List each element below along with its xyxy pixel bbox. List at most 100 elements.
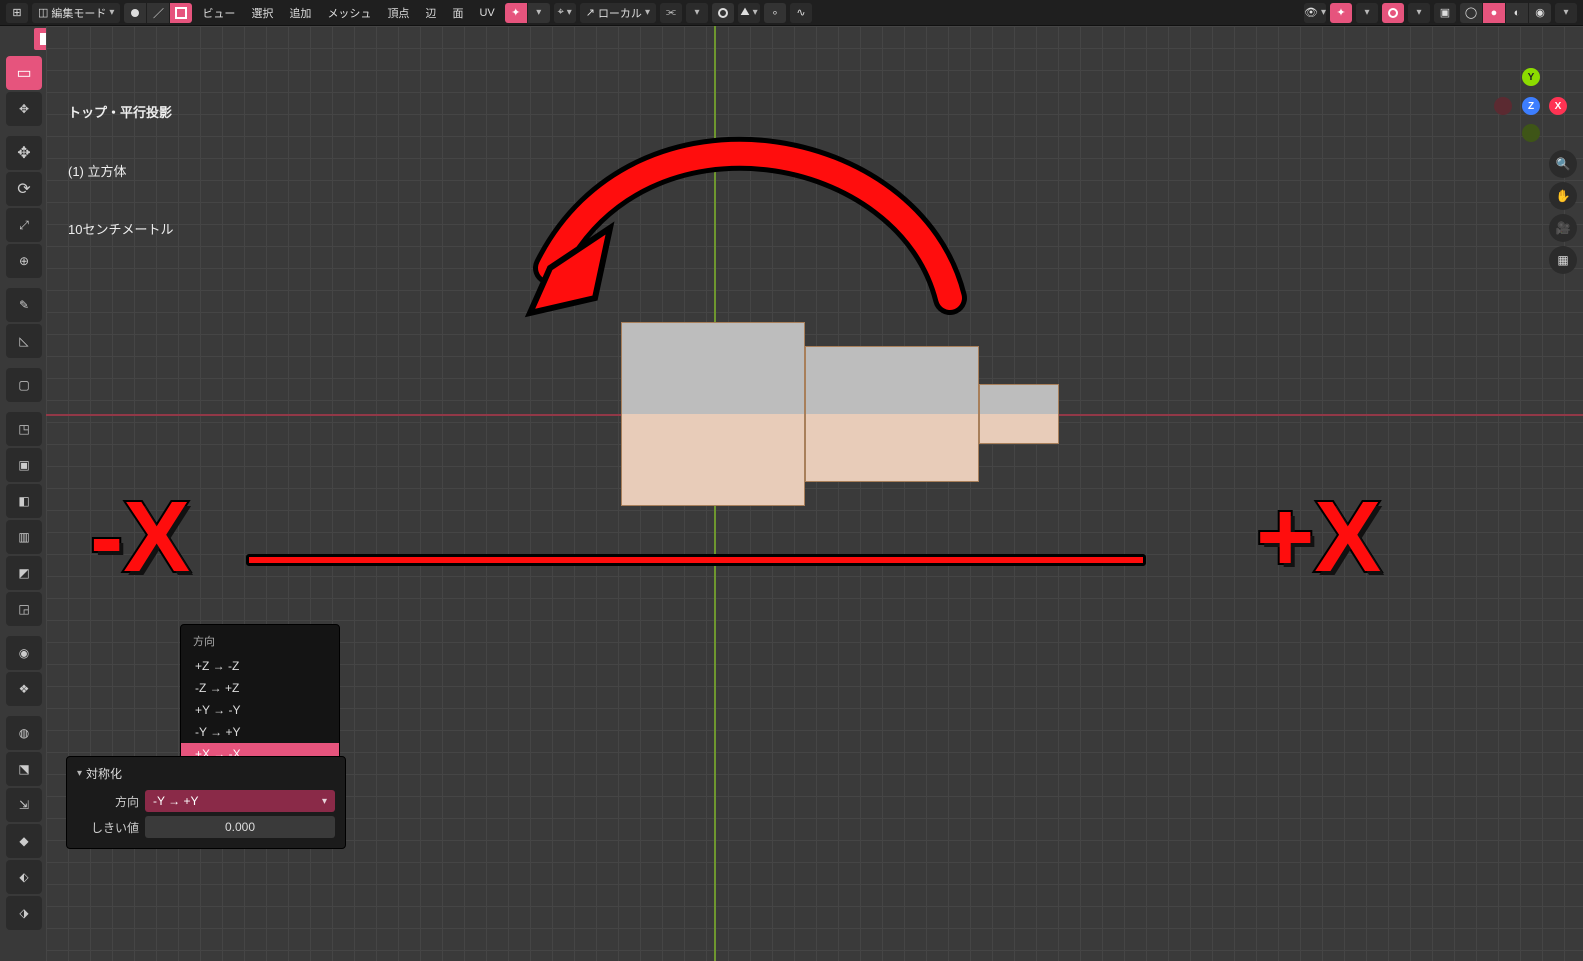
zoom-button[interactable]: 🔍 xyxy=(1549,150,1577,178)
op-direction-label: 方向 xyxy=(77,793,139,810)
select-icon: ▭ xyxy=(16,63,31,83)
pan-button[interactable]: ✋ xyxy=(1549,182,1577,210)
direction-option-1[interactable]: -Z → +Z xyxy=(181,677,339,699)
visibility-dropdown[interactable]: 👁▾ xyxy=(1304,3,1326,23)
gizmo-neg-y[interactable] xyxy=(1522,124,1540,142)
tool-add-cube[interactable]: ▢ xyxy=(6,368,42,402)
tool-extra[interactable]: ⬗ xyxy=(6,896,42,930)
camera-icon: 🎥 xyxy=(1556,221,1571,235)
direction-option-3[interactable]: -Y → +Y xyxy=(181,721,339,743)
chevron-down-icon: ▾ xyxy=(1321,7,1326,18)
menu-uv[interactable]: UV xyxy=(473,3,500,23)
shading-dropdown[interactable]: ▾ xyxy=(1555,3,1577,23)
op-direction-field[interactable]: -Y → +Y ▾ xyxy=(145,790,335,812)
mode-dropdown[interactable]: ◫ 編集モード ▾ xyxy=(32,3,120,23)
tool-loopcut[interactable]: ▥ xyxy=(6,520,42,554)
gizmo-z[interactable]: Z xyxy=(1522,97,1540,115)
nav-gizmo[interactable]: Y X Z xyxy=(1489,64,1573,148)
mesh-large[interactable] xyxy=(621,322,805,506)
tool-inset[interactable]: ▣ xyxy=(6,448,42,482)
menu-view[interactable]: ビュー xyxy=(196,3,241,23)
tool-move[interactable]: ✥ xyxy=(6,136,42,170)
tool-spin[interactable]: ◉ xyxy=(6,636,42,670)
pivot-dropdown[interactable]: ⌖▾ xyxy=(554,3,576,23)
orientation-local-toggle[interactable]: ✦ xyxy=(505,3,527,23)
axes-icon: ✦ xyxy=(511,6,520,19)
xray-toggle[interactable]: ▣ xyxy=(1434,3,1456,23)
shading-wireframe[interactable]: ◯ xyxy=(1460,3,1482,23)
menu-mesh[interactable]: メッシュ xyxy=(321,3,377,23)
menu-select[interactable]: 選択 xyxy=(245,3,279,23)
shear-icon: ◆ xyxy=(19,834,28,848)
camera-view-button[interactable]: 🎥 xyxy=(1549,214,1577,242)
direction-option-0[interactable]: +Z → -Z xyxy=(181,655,339,677)
select-face-mode[interactable] xyxy=(170,3,192,23)
tool-shear[interactable]: ◆ xyxy=(6,824,42,858)
transform-icon: ⊕ xyxy=(19,254,29,268)
menu-add[interactable]: 追加 xyxy=(283,3,317,23)
tool-bevel[interactable]: ◧ xyxy=(6,484,42,518)
tool-transform[interactable]: ⊕ xyxy=(6,244,42,278)
annotation-plus-x: +X xyxy=(1256,480,1381,595)
tool-polybuild[interactable]: ◲ xyxy=(6,592,42,626)
tool-knife[interactable]: ◩ xyxy=(6,556,42,590)
overlays-dropdown[interactable]: ▾ xyxy=(1408,3,1430,23)
mesh-small[interactable] xyxy=(979,384,1059,444)
tool-ripregion[interactable]: ⬖ xyxy=(6,860,42,894)
gizmo-x[interactable]: X xyxy=(1549,97,1567,115)
tool-measure[interactable]: ◺ xyxy=(6,324,42,358)
direction-menu-title: 方向 xyxy=(181,629,339,655)
tool-shrinkfatten[interactable]: ⇲ xyxy=(6,788,42,822)
cube-icon: ▢ xyxy=(18,378,29,392)
menu-vertex[interactable]: 頂点 xyxy=(381,3,415,23)
gizmo-dropdown[interactable]: ▾ xyxy=(1356,3,1378,23)
direction-option-2[interactable]: +Y → -Y xyxy=(181,699,339,721)
tool-rotate[interactable]: ⟳ xyxy=(6,172,42,206)
orientation-icon: ↗ xyxy=(586,6,595,19)
mode-label: 編集モード xyxy=(51,5,106,21)
op-threshold-field[interactable]: 0.000 xyxy=(145,816,335,838)
xray-icon: ▣ xyxy=(1440,6,1450,19)
tool-scale[interactable]: ⤢ xyxy=(6,208,42,242)
snap-dropdown[interactable]: ▾ xyxy=(686,3,708,23)
show-gizmo-toggle[interactable]: ✦ xyxy=(1330,3,1352,23)
viewport-info-scale: 10センチメートル xyxy=(68,220,173,240)
shading-material[interactable]: ◐ xyxy=(1506,3,1528,23)
tool-extrude[interactable]: ◳ xyxy=(6,412,42,446)
perspective-toggle-button[interactable]: ▦ xyxy=(1549,246,1577,274)
menu-face[interactable]: 面 xyxy=(446,3,469,23)
annotate-icon: ✎ xyxy=(19,298,29,312)
rip-icon: ⬖ xyxy=(19,870,28,884)
menu-edge[interactable]: 辺 xyxy=(419,3,442,23)
overlays-toggle[interactable] xyxy=(1382,3,1404,23)
measure-icon: ◺ xyxy=(19,334,28,348)
zoom-icon: 🔍 xyxy=(1556,157,1571,171)
mesh-automerge-toggle[interactable]: ∘ xyxy=(764,3,786,23)
select-vertex-mode[interactable] xyxy=(124,3,146,23)
tool-edgeslide[interactable]: ⬔ xyxy=(6,752,42,786)
shrinkfatten-icon: ⇲ xyxy=(19,798,29,812)
proportional-editing-toggle[interactable] xyxy=(712,3,734,23)
mesh-options-dropdown[interactable]: ∿ xyxy=(790,3,812,23)
extrude-icon: ◳ xyxy=(18,422,29,436)
gizmo-neg-x[interactable] xyxy=(1494,97,1512,115)
gizmo-y[interactable]: Y xyxy=(1522,68,1540,86)
select-edge-mode[interactable]: ／ xyxy=(147,3,169,23)
tool-spin-dup[interactable]: ❖ xyxy=(6,672,42,706)
tool-smooth[interactable]: ◍ xyxy=(6,716,42,750)
editor-type-dropdown[interactable]: ⊞ xyxy=(6,3,28,23)
snap-toggle[interactable]: ⫘ xyxy=(660,3,682,23)
tool-select[interactable]: ▭ xyxy=(6,56,42,90)
shading-solid[interactable]: ● xyxy=(1483,3,1505,23)
orientation-dropdown-chevron[interactable]: ▾ xyxy=(528,3,550,23)
mesh-medium[interactable] xyxy=(805,346,979,482)
tool-annotate[interactable]: ✎ xyxy=(6,288,42,322)
transform-orientation-dropdown[interactable]: ↗ ローカル ▾ xyxy=(580,3,656,23)
tool-cursor3d[interactable]: ✥ xyxy=(6,92,42,126)
chevron-down-icon: ▾ xyxy=(322,796,327,807)
operator-panel-title[interactable]: ▾ 対称化 xyxy=(67,763,345,788)
proportional-falloff-dropdown[interactable]: ⛰▾ xyxy=(738,3,760,23)
shading-rendered[interactable]: ◉ xyxy=(1529,3,1551,23)
inset-icon: ▣ xyxy=(18,458,29,472)
spindup-icon: ❖ xyxy=(19,682,30,696)
